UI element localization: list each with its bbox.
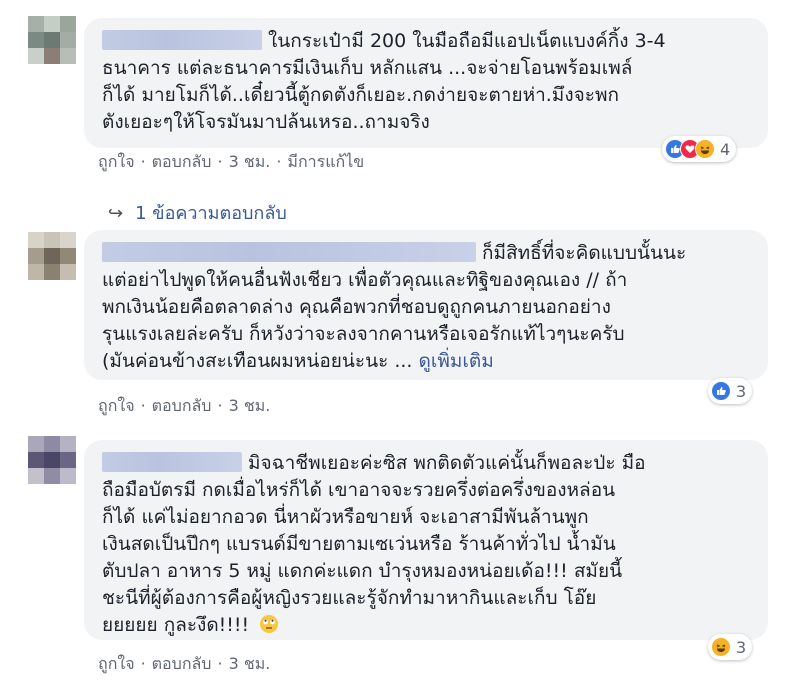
reply-link[interactable]: ตอบกลับ (152, 152, 212, 171)
like-reaction-icon (711, 381, 731, 401)
reaction-summary[interactable]: 3 (708, 634, 753, 660)
reaction-count: 4 (720, 139, 731, 159)
haha-reaction-icon (695, 139, 715, 159)
comment-actions: ถูกใจ · ตอบกลับ · 3 ชม. (98, 652, 270, 677)
reaction-summary[interactable]: 4 (662, 136, 737, 162)
timestamp-link[interactable]: 3 ชม. (229, 396, 271, 415)
comment-line: (มันค่อนข้างสะเทือนผมหน่อยน่ะนะ ... ดูเพ… (102, 350, 494, 372)
commenter-name-blurred[interactable] (102, 452, 242, 472)
reply-arrow-icon: ↪ (108, 203, 124, 224)
comment-line: ถือมือบัตรมี กดเมื่อไหร่ก็ได้ เขาอาจจะรว… (102, 479, 616, 501)
comment-line: ชะนีที่ผู้ต้องการคือผู้หญิงรวยและรู้จักท… (102, 587, 597, 609)
rolling-eyes-emoji-icon (259, 614, 279, 642)
comment-line: ยยยยย กูละงึด!!!! (102, 612, 752, 642)
commenter-name-blurred[interactable] (102, 242, 476, 262)
comment-bubble: ก็มีสิทธิ์ที่จะคิดแบบนั้นนะ แต่อย่าไปพูด… (84, 230, 768, 380)
separator-dot: · (217, 396, 223, 415)
separator-dot: · (140, 396, 146, 415)
comment-line: แต่อย่าไปพูดให้คนอื่นฟังเชียว เพื่อตัวคุ… (102, 269, 628, 291)
reaction-count: 3 (736, 637, 747, 657)
comment-line: ก็ได้ มายโมก็ได้..เดี๋ยวนี้ตู้กดตังก็เยอ… (102, 84, 619, 106)
timestamp-link[interactable]: 3 ชม. (229, 654, 271, 673)
commenter-name-blurred[interactable] (102, 30, 262, 50)
like-link[interactable]: ถูกใจ (98, 396, 135, 415)
avatar[interactable] (28, 436, 76, 484)
comment-line: ตับปลา อาหาร 5 หมู่ แดกค่ะแดก บำรุงหมองห… (102, 560, 623, 582)
separator-dot: · (217, 152, 223, 171)
comment-line: เงินสดเป็นปึกๆ แบรนด์มีขายตามเซเว่นหรือ … (102, 533, 616, 555)
like-link[interactable]: ถูกใจ (98, 152, 135, 171)
reply-link[interactable]: ตอบกลับ (152, 396, 212, 415)
like-link[interactable]: ถูกใจ (98, 654, 135, 673)
comment-bubble: ในกระเป๋ามี 200 ในมือถือมีแอปเน็ตแบงค์กิ… (84, 18, 768, 148)
comment-line: รุนแรงเลยล่ะครับ ก็หวังว่าจะลงจากคานหรือ… (102, 323, 625, 345)
haha-reaction-icon (711, 637, 731, 657)
reaction-summary[interactable]: 3 (708, 378, 753, 404)
avatar[interactable] (28, 16, 76, 64)
separator-dot: · (140, 152, 146, 171)
view-replies-label: 1 ข้อความตอบกลับ (135, 203, 287, 224)
see-more-link[interactable]: ดูเพิ่มเติม (419, 350, 494, 372)
comment-line: ก็มีสิทธิ์ที่จะคิดแบบนั้นนะ (102, 240, 752, 267)
comment-line: ธนาคาร แต่ละธนาคารมีเงินเก็บ หลักแสน ...… (102, 57, 633, 79)
comment-line: ในกระเป๋ามี 200 ในมือถือมีแอปเน็ตแบงค์กิ… (102, 28, 752, 55)
separator-dot: · (217, 654, 223, 673)
comment-actions: ถูกใจ · ตอบกลับ · 3 ชม. · มีการแก้ไข (98, 150, 364, 175)
avatar[interactable] (28, 232, 76, 280)
edited-label[interactable]: มีการแก้ไข (287, 152, 364, 171)
comment-bubble: มิจฉาชีพเยอะค่ะซิส พกติดตัวแค่นั้นก็พอละ… (84, 440, 768, 640)
view-replies-link[interactable]: ↪ 1 ข้อความตอบกลับ (108, 198, 287, 227)
reaction-count: 3 (736, 381, 747, 401)
timestamp-link[interactable]: 3 ชม. (229, 152, 271, 171)
comment-line: มิจฉาชีพเยอะค่ะซิส พกติดตัวแค่นั้นก็พอละ… (102, 450, 752, 477)
comment-line: พกเงินน้อยคือตลาดล่าง คุณคือพวกที่ชอบดูถ… (102, 296, 611, 318)
reply-link[interactable]: ตอบกลับ (152, 654, 212, 673)
comment-actions: ถูกใจ · ตอบกลับ · 3 ชม. (98, 394, 270, 419)
comment-line: ตังเยอะๆให้โจรมันมาปล้นเหรอ..ถามจริง (102, 111, 430, 133)
comment-line: ก็ได้ แค่ไม่อยากอวด นี่หาผัวหรือขายห์ จะ… (102, 506, 589, 528)
separator-dot: · (140, 654, 146, 673)
separator-dot: · (276, 152, 282, 171)
